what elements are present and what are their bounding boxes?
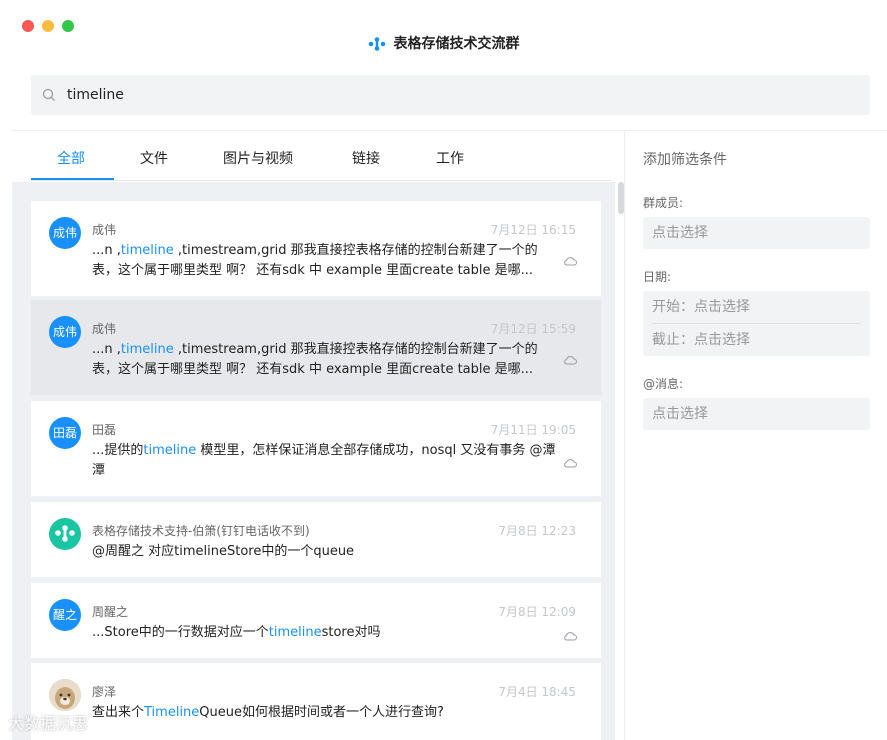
message-snippet: ...n ,timeline ,timestream,grid 那我直接控表格存… <box>92 342 538 377</box>
dog-avatar-icon <box>49 679 81 711</box>
window-controls <box>22 20 74 32</box>
search-icon <box>42 87 56 106</box>
window-title-text: 表格存储技术交流群 <box>393 36 520 52</box>
result-item[interactable]: 廖泽 7月4日 18:45 查出来个TimelineQueue如何根据时间或者一… <box>31 663 601 740</box>
title-bar: 表格存储技术交流群 <box>0 0 887 70</box>
result-item[interactable]: 醒之 周醒之 7月8日 12:09 ...Store中的一行数据对应一个time… <box>31 583 601 658</box>
sender-name: 廖泽 <box>92 685 117 699</box>
watermark: 大数据沉思 <box>8 714 89 733</box>
tab-files[interactable]: 文件 <box>140 148 168 168</box>
zoom-window-button[interactable] <box>62 20 74 32</box>
sender-name: 成伟 <box>92 223 117 237</box>
cloud-icon <box>563 453 577 472</box>
member-filter-label: 群成员: <box>643 196 684 210</box>
sender-name: 周醒之 <box>92 605 129 619</box>
message-time: 7月12日 15:59 <box>490 322 576 336</box>
date-start-select[interactable]: 开始：点击选择 <box>643 291 870 323</box>
sender-name: 成伟 <box>92 322 117 336</box>
message-snippet: ...提供的timeline 模型里，怎样保证消息全部存储成功，nosql 又没… <box>92 443 556 478</box>
message-snippet: ...Store中的一行数据对应一个timelinestore对吗 <box>92 625 381 640</box>
message-time: 7月12日 16:15 <box>490 223 576 237</box>
member-filter-select[interactable]: 点击选择 <box>643 217 870 249</box>
group-logo-icon <box>55 525 75 542</box>
avatar <box>49 518 81 550</box>
mention-filter-select[interactable]: 点击选择 <box>643 398 870 430</box>
close-window-button[interactable] <box>22 20 34 32</box>
sender-name: 表格存储技术支持-伯箫(钉钉电话收不到) <box>92 524 310 538</box>
message-snippet: @周醒之 对应timelineStore中的一个queue <box>92 544 355 559</box>
sender-name: 田磊 <box>92 423 117 437</box>
window-title: 表格存储技术交流群 <box>0 33 887 55</box>
search-results-list: 成伟 成伟 7月12日 16:15 ...n ,timeline ,timest… <box>12 182 615 740</box>
keyword-highlight: timeline <box>268 625 322 640</box>
keyword-highlight: timeline <box>143 443 197 458</box>
result-item[interactable]: 成伟 成伟 7月12日 16:15 ...n ,timeline ,timest… <box>31 201 601 296</box>
mention-filter-label: @消息: <box>643 377 684 391</box>
keyword-highlight: timeline <box>120 342 174 357</box>
cloud-icon <box>563 626 577 645</box>
message-time: 7月8日 12:09 <box>498 605 576 619</box>
tab-work[interactable]: 工作 <box>436 148 464 168</box>
date-filter: 开始：点击选择 截止：点击选择 <box>643 291 870 356</box>
cloud-icon <box>563 251 577 270</box>
avatar: 成伟 <box>49 316 81 348</box>
tab-all[interactable]: 全部 <box>57 148 85 168</box>
result-item[interactable]: 成伟 成伟 7月12日 15:59 ...n ,timeline ,timest… <box>31 300 601 395</box>
group-logo-icon <box>368 37 386 55</box>
tab-links[interactable]: 链接 <box>352 148 380 168</box>
results-scrollbar[interactable] <box>618 182 624 214</box>
filter-title: 添加筛选条件 <box>643 152 727 168</box>
cloud-icon <box>563 350 577 369</box>
avatar <box>49 679 81 711</box>
active-tab-indicator <box>31 178 114 180</box>
search-bar <box>31 75 870 115</box>
keyword-highlight: timeline <box>120 243 174 258</box>
keyword-highlight: Timeline <box>144 705 200 720</box>
message-time: 7月11日 19:05 <box>490 423 576 437</box>
search-input[interactable] <box>67 75 847 115</box>
result-item[interactable]: 表格存储技术支持-伯箫(钉钉电话收不到) 7月8日 12:23 @周醒之 对应t… <box>31 502 601 577</box>
avatar: 田磊 <box>49 417 81 449</box>
avatar: 醒之 <box>49 599 81 631</box>
avatar: 成伟 <box>49 217 81 249</box>
message-snippet: ...n ,timeline ,timestream,grid 那我直接控表格存… <box>92 243 538 278</box>
category-tabs: 全部 文件 图片与视频 链接 工作 <box>31 131 611 181</box>
date-filter-label: 日期: <box>643 270 672 284</box>
message-time: 7月8日 12:23 <box>498 524 576 538</box>
message-snippet: 查出来个TimelineQueue如何根据时间或者一个人进行查询? <box>92 705 444 720</box>
minimize-window-button[interactable] <box>42 20 54 32</box>
tab-media[interactable]: 图片与视频 <box>223 148 293 168</box>
message-time: 7月4日 18:45 <box>498 685 576 699</box>
panel-divider <box>624 131 625 740</box>
date-end-select[interactable]: 截止：点击选择 <box>643 324 870 356</box>
result-item[interactable]: 田磊 田磊 7月11日 19:05 ...提供的timeline 模型里，怎样保… <box>31 401 601 496</box>
